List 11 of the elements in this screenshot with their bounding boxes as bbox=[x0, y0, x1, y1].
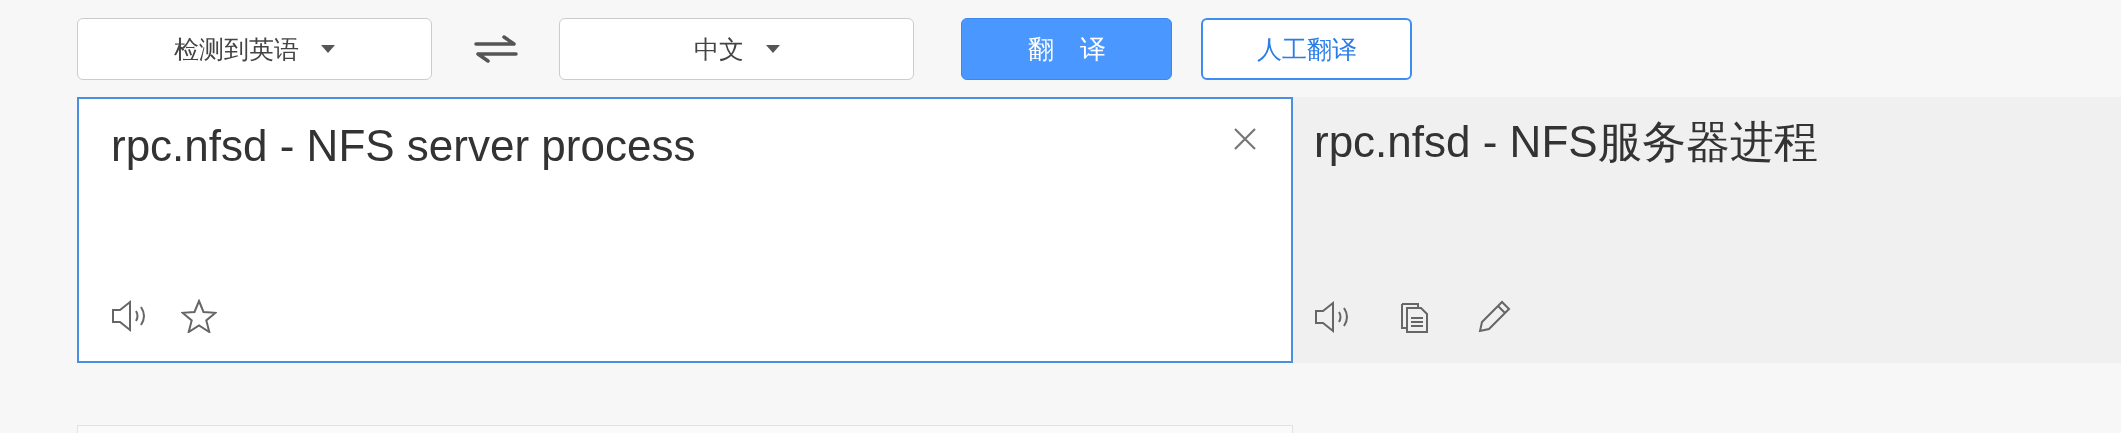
swap-icon[interactable] bbox=[474, 34, 518, 64]
input-field[interactable]: rpc.nfsd - NFS server process bbox=[77, 97, 1293, 363]
star-icon[interactable] bbox=[181, 299, 217, 333]
close-button[interactable] bbox=[1233, 127, 1257, 151]
caret-icon bbox=[765, 45, 780, 53]
human-translation-button[interactable]: 人工翻译 bbox=[1201, 18, 1412, 80]
translation-text: rpc.nfsd - NFS服务器进程 bbox=[1314, 116, 1819, 168]
pencil-icon[interactable] bbox=[1476, 299, 1512, 335]
caret-icon bbox=[321, 45, 335, 53]
language-dropdown[interactable]: 中文 bbox=[559, 18, 914, 80]
language-dropdown[interactable]: 检测到英语 bbox=[77, 18, 432, 80]
